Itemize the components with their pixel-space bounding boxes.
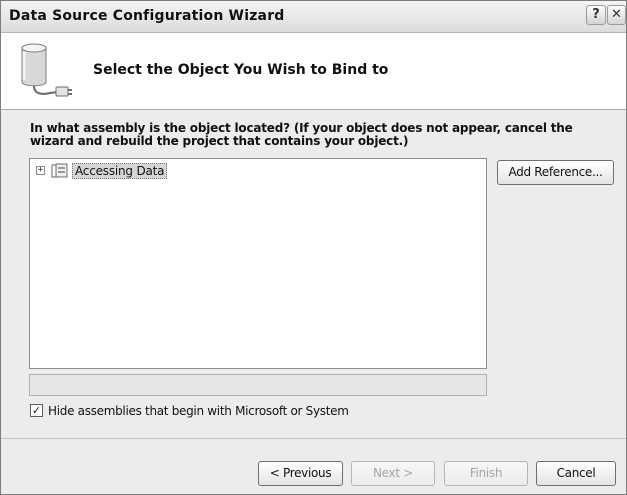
next-button[interactable]: Next > [351, 461, 435, 486]
assembly-icon [51, 163, 68, 178]
page-title: Select the Object You Wish to Bind to [93, 62, 389, 78]
cancel-button[interactable]: Cancel [536, 461, 616, 486]
hide-assemblies-checkbox[interactable]: ✓ [30, 404, 43, 417]
database-icon [21, 43, 72, 97]
wizard-window: Data Source Configuration Wizard ? ✕ Sel… [0, 0, 627, 495]
help-button[interactable]: ? [586, 5, 606, 25]
expand-icon[interactable]: + [36, 166, 45, 175]
close-icon: ✕ [611, 7, 622, 22]
title-bar[interactable]: Data Source Configuration Wizard ? ✕ [1, 1, 626, 33]
assembly-question: In what assembly is the object located? … [30, 121, 573, 148]
help-icon: ? [592, 7, 600, 22]
add-reference-button[interactable]: Add Reference... [497, 160, 614, 185]
tree-item-label: Accessing Data [72, 163, 168, 179]
footer-divider [1, 438, 626, 439]
previous-button[interactable]: < Previous [258, 461, 343, 486]
hide-assemblies-label[interactable]: Hide assemblies that begin with Microsof… [48, 404, 349, 418]
window-title: Data Source Configuration Wizard [9, 8, 285, 24]
assembly-tree[interactable]: + Accessing Data [29, 158, 487, 369]
description-panel [29, 374, 487, 396]
finish-button[interactable]: Finish [444, 461, 528, 486]
wizard-header: Select the Object You Wish to Bind to [1, 33, 626, 110]
close-button[interactable]: ✕ [607, 5, 626, 25]
